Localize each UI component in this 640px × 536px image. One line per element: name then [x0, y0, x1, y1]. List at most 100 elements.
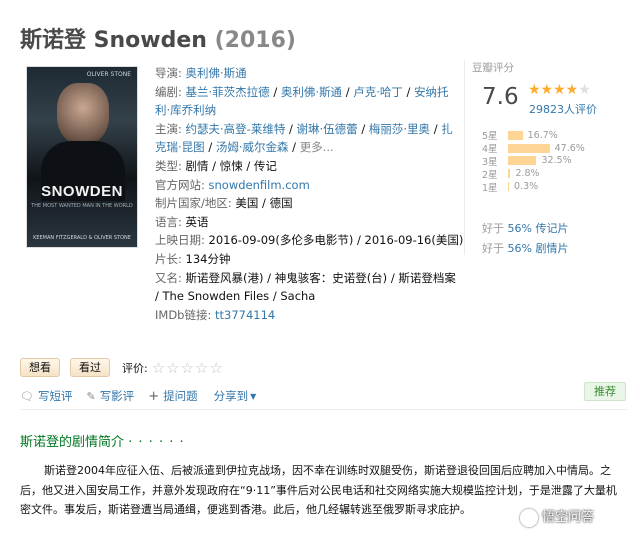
cast-link[interactable]: 克瑞·昆图: [155, 140, 205, 154]
rating-bar-fill: [508, 169, 511, 179]
better-than-category-link[interactable]: 剧情片: [535, 242, 568, 255]
cast-label: 主演:: [155, 121, 182, 136]
poster-face: [57, 83, 109, 145]
better-than-pct[interactable]: 56%: [508, 242, 532, 255]
want-to-watch-button[interactable]: 想看: [20, 358, 60, 377]
recommend-button[interactable]: 推荐: [584, 382, 626, 401]
rating-bar-star: 1星: [482, 182, 498, 194]
watermark: 悟空问答: [520, 506, 594, 527]
review-links: 🗨 写短评 ✎ 写影评 + 提问题 分享到 ▼: [20, 388, 270, 404]
language-value: 英语: [185, 214, 209, 229]
aka-row: 又名: 斯诺登风暴(港) / 神鬼骇客：史诺登(台) / 斯诺登档案: [155, 269, 460, 288]
rating-panel: 豆瓣评分 7.6 ★★★★★ 29823人评价 5星 16.7% 4星 47.6% …: [464, 60, 622, 255]
cast-row: 主演: 约瑟夫·高登-莱维特 / 谢琳·伍德蕾 / 梅丽莎·里奥 / 扎: [155, 121, 453, 136]
poster-top-credit: OLIVER STONE: [86, 71, 131, 78]
watched-button[interactable]: 看过: [70, 358, 110, 377]
cast-link[interactable]: 汤姆·威尔金森: [216, 140, 289, 154]
divider: [20, 409, 628, 410]
director-link[interactable]: 奥利佛·斯通: [186, 66, 247, 80]
writer-link[interactable]: 安纳托: [414, 85, 449, 99]
rating-bar-row: 3星 32.5%: [482, 155, 622, 168]
genre-value: 剧情 / 惊悚 / 传记: [185, 158, 277, 173]
cast-row-cont: 克瑞·昆图 / 汤姆·威尔金森 / 更多...: [155, 140, 334, 155]
better-than-biography: 好于 56% 传记片: [482, 222, 569, 235]
rating-count-link[interactable]: 29823人评价: [529, 101, 597, 117]
language-label: 语言:: [155, 214, 182, 229]
site-label: 官方网站:: [155, 177, 205, 192]
aka-label: 又名:: [155, 270, 182, 285]
country-value: 美国 / 德国: [235, 196, 293, 211]
rating-bar-pct: 47.6%: [554, 142, 585, 154]
watermark-logo-icon: [520, 508, 538, 527]
ask-question-link[interactable]: + 提问题: [148, 388, 197, 404]
movie-poster[interactable]: OLIVER STONE SNOWDEN THE MOST WANTED MAN…: [26, 66, 138, 248]
rate-stars-input[interactable]: ☆☆☆☆☆: [152, 359, 224, 377]
cast-more-link[interactable]: 更多...: [300, 140, 334, 154]
writer-link[interactable]: 卢克·哈丁: [353, 85, 403, 99]
rating-bar-row: 5星 16.7%: [482, 129, 622, 143]
release-row: 上映日期: 2016-09-09(多伦多电影节) / 2016-09-16(美国…: [155, 231, 463, 250]
rating-label: 豆瓣评分: [472, 62, 514, 74]
divider: [464, 60, 465, 255]
poster-bottom-credit: KEEMAN FITZGERALD & OLIVER STONE: [33, 235, 131, 241]
synopsis-heading: 斯诺登的剧情简介 · · · · · ·: [20, 431, 185, 450]
rating-distribution: 5星 16.7% 4星 47.6% 3星 32.5% 2星 2.8% 1星 0.3%: [482, 129, 622, 194]
rating-stars: ★★★★★: [528, 82, 591, 98]
movie-info: 导演: 奥利佛·斯通 编剧: 基兰·菲茨杰拉德 / 奥利佛·斯通 / 卢克·哈丁…: [155, 64, 463, 325]
pencil-icon: ✎: [86, 389, 96, 403]
writer-link[interactable]: 奥利佛·斯通: [281, 85, 342, 99]
watermark-text: 悟空问答: [542, 510, 595, 525]
runtime-label: 片长:: [155, 251, 182, 266]
chevron-down-icon: ▼: [250, 391, 257, 401]
writer-link[interactable]: 利·库乔利纳: [155, 103, 216, 117]
synopsis-heading-dots: · · · · · ·: [128, 435, 185, 450]
better-than-pct[interactable]: 56%: [508, 222, 532, 235]
synopsis-heading-text: 斯诺登的剧情简介: [20, 435, 125, 450]
rate-label: 评价:: [122, 361, 148, 375]
rating-bar-fill: [508, 156, 537, 166]
poster-title: SNOWDEN: [41, 183, 123, 200]
cast-link[interactable]: 约瑟夫·高登-莱维特: [186, 122, 286, 136]
genre-row: 类型: 剧情 / 惊悚 / 传记: [155, 157, 460, 176]
action-bar: 想看 看过 评价: ☆☆☆☆☆: [20, 358, 224, 377]
rating-bar-fill: [508, 130, 523, 140]
official-site-link[interactable]: snowdenfilm.com: [209, 178, 310, 192]
rating-bar-pct: 0.3%: [514, 181, 539, 193]
writer-link[interactable]: 基兰·菲茨杰拉德: [186, 85, 270, 99]
director-row: 导演: 奥利佛·斯通: [155, 64, 460, 83]
rating-score: 7.6: [482, 84, 519, 110]
site-row: 官方网站: snowdenfilm.com: [155, 176, 460, 195]
star-empty-icon: ★: [578, 82, 591, 98]
star-filled-icon: ★★★★: [528, 82, 579, 98]
release-label: 上映日期:: [155, 233, 205, 248]
cast-link[interactable]: 扎: [441, 122, 453, 136]
cast-link[interactable]: 梅丽莎·里奥: [369, 122, 430, 136]
cast-link[interactable]: 谢琳·伍德蕾: [297, 122, 358, 136]
language-row: 语言: 英语: [155, 213, 460, 232]
movie-title: 斯诺登 Snowden: [20, 28, 207, 53]
imdb-link[interactable]: tt3774114: [215, 308, 275, 322]
write-review-link[interactable]: ✎ 写影评: [86, 388, 134, 404]
genre-label: 类型:: [155, 158, 182, 173]
movie-year: (2016): [214, 28, 296, 53]
plus-icon: +: [148, 388, 160, 404]
share-to-dropdown[interactable]: 分享到 ▼: [212, 388, 257, 404]
writer-row: 编剧: 基兰·菲茨杰拉德 / 奥利佛·斯通 / 卢克·哈丁 / 安纳托: [155, 84, 449, 99]
writer-label: 编剧:: [155, 84, 182, 99]
rating-bar-pct: 32.5%: [541, 155, 572, 167]
rating-bar-row: 2星 2.8%: [482, 167, 622, 181]
write-short-review-link[interactable]: 🗨 写短评: [20, 388, 72, 404]
comment-icon: 🗨: [20, 389, 34, 403]
imdb-row: IMDb链接: tt3774114: [155, 306, 460, 325]
aka-row-cont: / The Snowden Files / Sacha: [155, 287, 460, 306]
poster-tagline: THE MOST WANTED MAN IN THE WORLD: [31, 203, 133, 209]
rating-bar-fill: [508, 143, 550, 153]
runtime-value: 134分钟: [185, 251, 231, 266]
imdb-label: IMDb链接:: [155, 307, 212, 322]
rating-bar-pct: 16.7%: [527, 129, 558, 141]
runtime-row: 片长: 134分钟: [155, 250, 460, 269]
rating-bar-pct: 2.8%: [515, 168, 540, 180]
country-row: 制片国家/地区: 美国 / 德国: [155, 194, 460, 213]
country-label: 制片国家/地区:: [155, 196, 232, 211]
better-than-category-link[interactable]: 传记片: [535, 222, 568, 235]
